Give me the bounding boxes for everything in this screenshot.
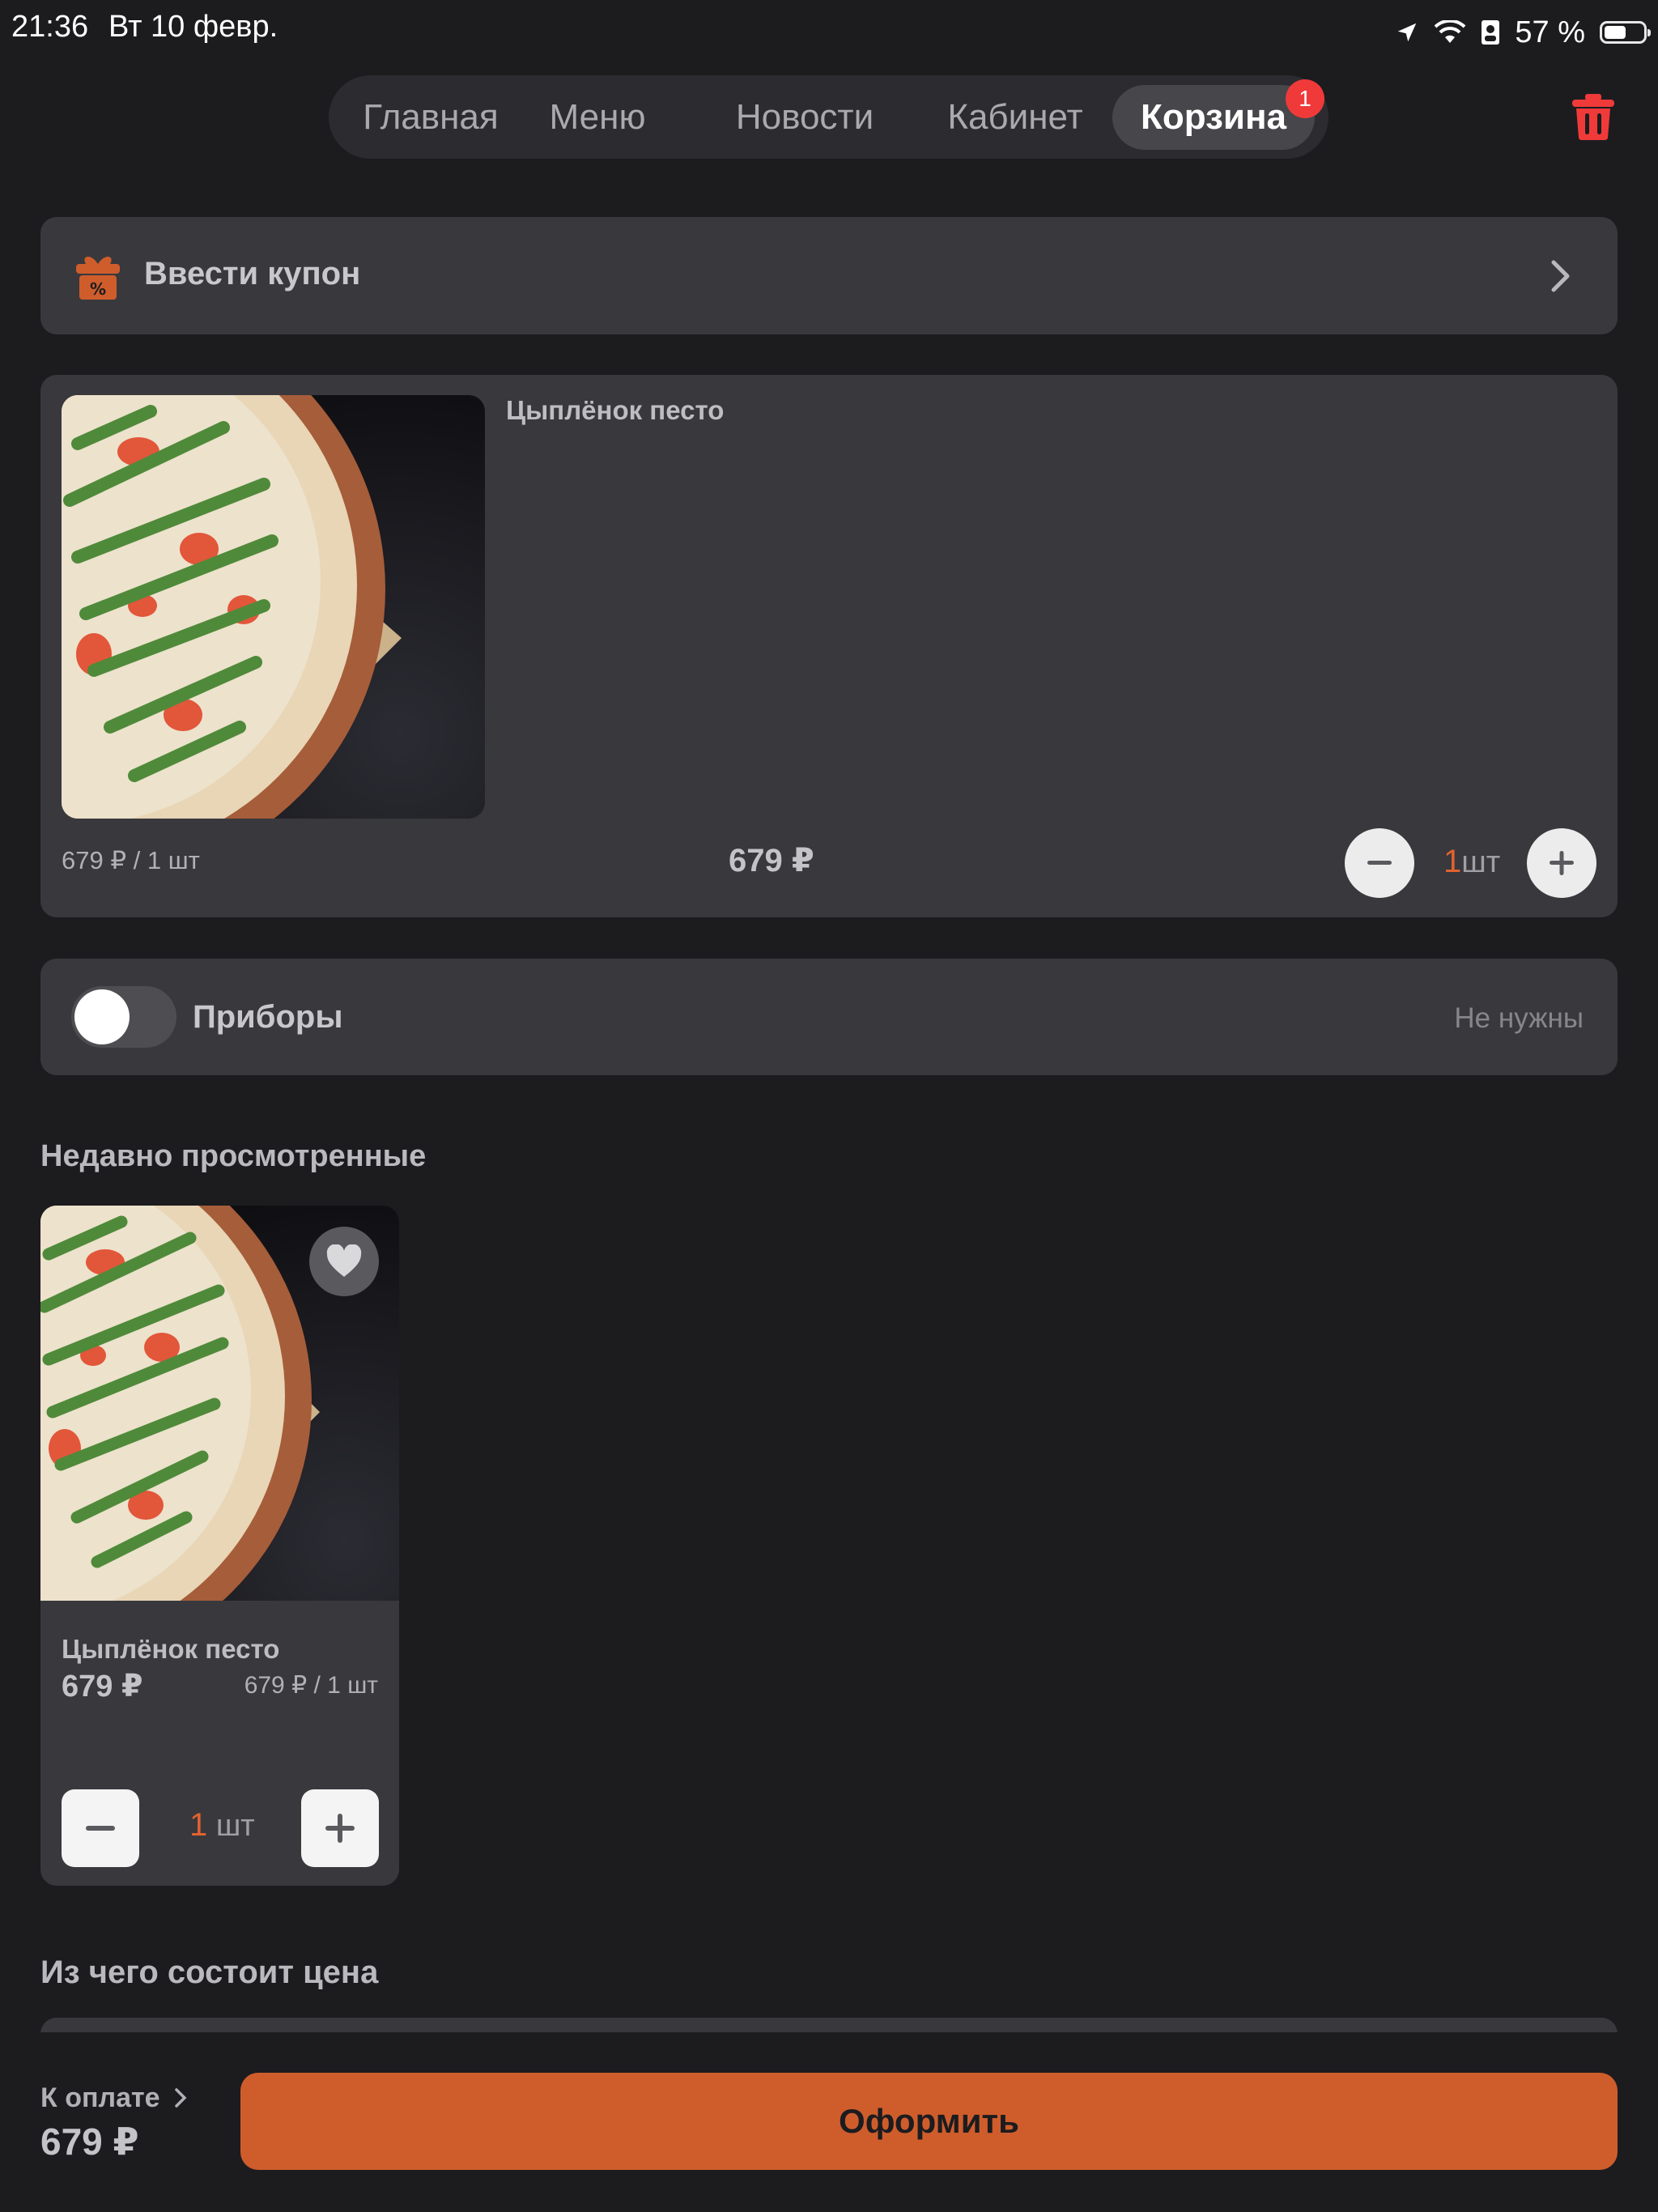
chevron-right-icon [175, 2088, 187, 2108]
location-arrow-icon [1398, 23, 1417, 42]
recent-product-qty: 1 шт [189, 1807, 255, 1844]
cart-item-unit-price: 679 ₽ / 1 шт [62, 846, 200, 874]
coupon-label: Ввести купон [144, 256, 361, 291]
recent-title: Недавно просмотренные [40, 1139, 427, 1173]
recent-decrease-button[interactable] [62, 1789, 139, 1867]
plus-icon [1550, 851, 1574, 875]
minus-icon [1367, 861, 1392, 865]
recent-product-price: 679 ₽ [62, 1670, 143, 1704]
heart-icon [326, 1244, 362, 1277]
decrease-qty-button[interactable] [1345, 828, 1414, 898]
svg-text:%: % [90, 279, 106, 299]
price-breakdown-title: Из чего состоит цена [40, 1955, 379, 1990]
cart-item-name: Цыплёнок песто [506, 395, 725, 425]
main-nav: Главная Меню Новости Кабинет Корзина [329, 75, 1329, 159]
tab-account[interactable]: Кабинет [934, 75, 1096, 159]
wifi-icon [1434, 20, 1466, 43]
qty-value: 1 [1443, 844, 1462, 879]
chevron-right-icon[interactable] [1546, 257, 1574, 295]
cart-count-badge: 1 [1286, 79, 1324, 118]
status-indicators: 57 % [1395, 8, 1651, 57]
pay-label[interactable]: К оплате [40, 2082, 189, 2114]
cutlery-label: Приборы [193, 999, 343, 1035]
favorite-button[interactable] [309, 1227, 379, 1296]
qty-unit: шт [1461, 845, 1501, 879]
cart-item-image [62, 395, 485, 819]
tab-menu[interactable]: Меню [536, 75, 659, 159]
recent-product-card[interactable] [40, 1206, 399, 1886]
qty-value: 1 [189, 1807, 208, 1843]
recent-product-unit-price: 679 ₽ / 1 шт [244, 1672, 378, 1699]
minus-icon [86, 1826, 115, 1831]
checkout-button[interactable]: Оформить [240, 2073, 1618, 2170]
trash-icon[interactable] [1571, 92, 1616, 141]
gift-percent-icon: % [76, 256, 120, 300]
status-date: Вт 10 февр. [108, 10, 278, 44]
recent-increase-button[interactable] [301, 1789, 379, 1867]
recent-product-name: Цыплёнок песто [62, 1634, 280, 1664]
battery-icon [1600, 21, 1651, 44]
plus-icon [325, 1814, 355, 1843]
cart-item-total: 679 ₽ [729, 843, 814, 878]
tab-news[interactable]: Новости [724, 75, 886, 159]
contact-badge-icon [1482, 20, 1500, 45]
tab-cart[interactable]: Корзина [1112, 85, 1315, 150]
tab-home[interactable]: Главная [351, 75, 510, 159]
cutlery-value: Не нужны [1454, 1002, 1584, 1034]
qty-unit: шт [215, 1809, 255, 1843]
battery-percent: 57 % [1515, 15, 1585, 49]
cart-item-qty: 1шт [1443, 844, 1500, 880]
cutlery-toggle[interactable] [71, 986, 176, 1048]
pay-label-text: К оплате [40, 2082, 160, 2113]
battery-level [1605, 26, 1626, 39]
pay-total: 679 ₽ [40, 2121, 139, 2163]
toggle-knob [74, 989, 130, 1044]
status-time: 21:36 [11, 10, 89, 44]
increase-qty-button[interactable] [1527, 828, 1596, 898]
